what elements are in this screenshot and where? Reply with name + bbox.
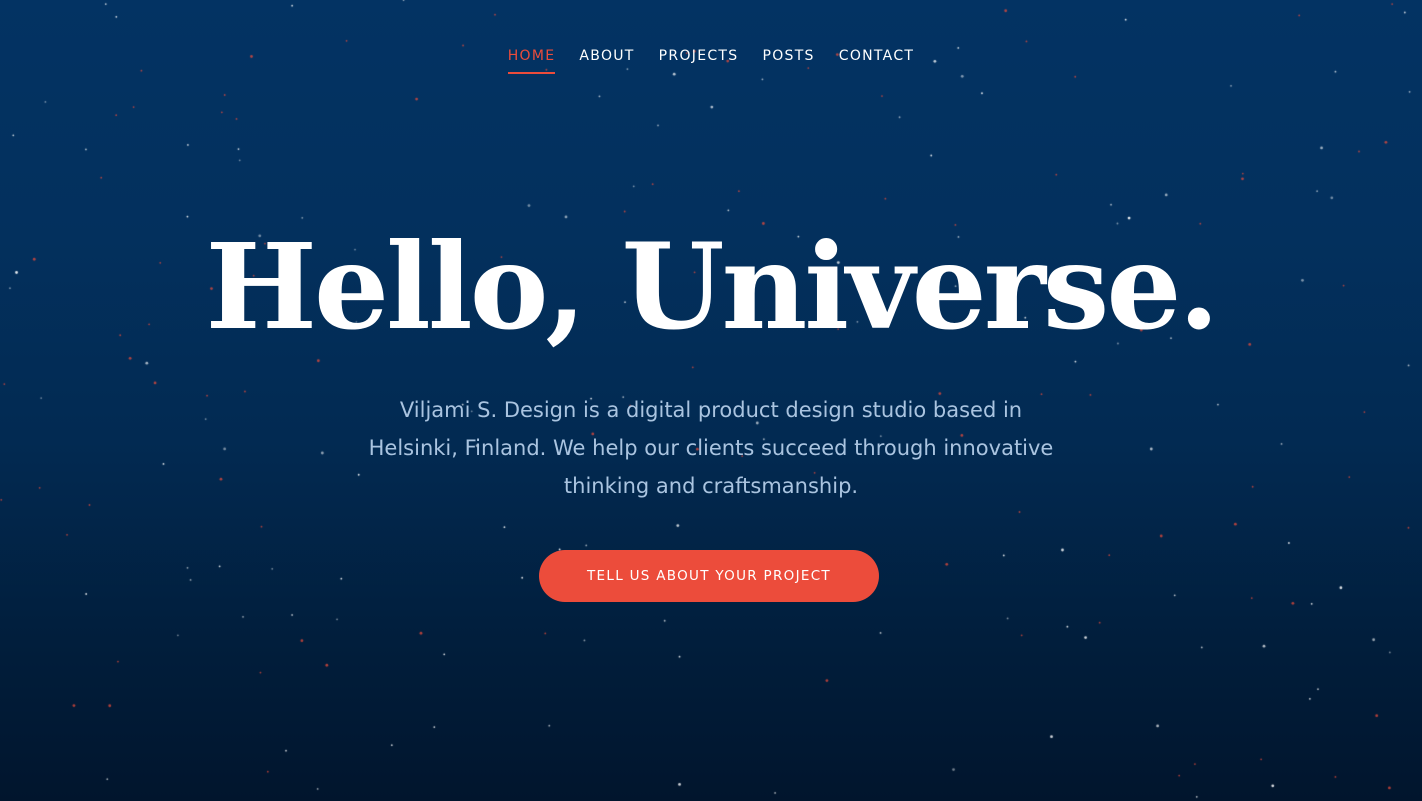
- nav-contact-link[interactable]: CONTACT: [839, 48, 915, 74]
- hero-title: Hello, Universe.: [205, 217, 1219, 356]
- nav-about-link[interactable]: ABOUT: [579, 48, 634, 74]
- hero-description: Viljami S. Design is a digital product d…: [368, 398, 1054, 498]
- nav-home-link[interactable]: HOME: [507, 48, 556, 74]
- main-navigation: HOME ABOUT PROJECTS POSTS CONTACT: [0, 48, 1422, 74]
- tell-us-about-project-button[interactable]: TELL US ABOUT YOUR PROJECT: [539, 550, 879, 602]
- nav-posts-link[interactable]: POSTS: [762, 48, 814, 74]
- nav-projects-link[interactable]: PROJECTS: [659, 48, 739, 74]
